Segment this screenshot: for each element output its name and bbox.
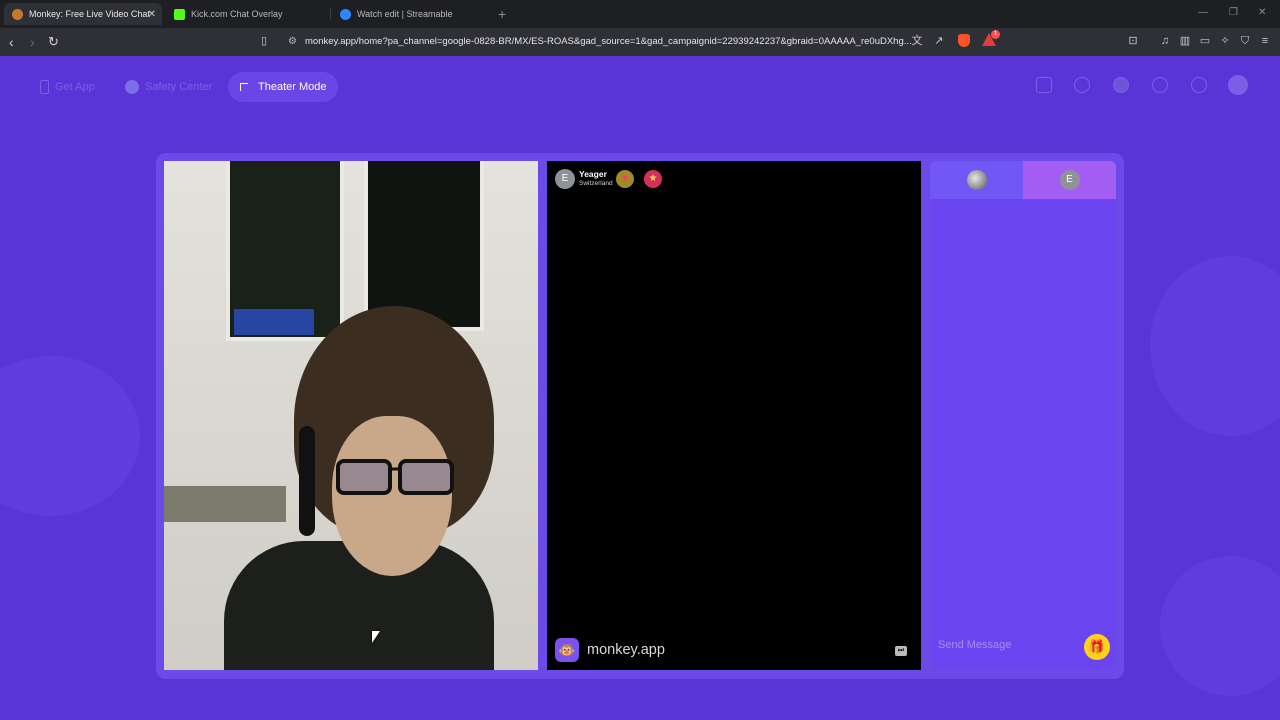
browser-toolbar: ‹ › ↻ ▯ ⚙ monkey.app/home?pa_channel=goo… [0,28,1280,56]
shop-icon[interactable] [1036,77,1052,93]
background-decoration [1150,256,1280,436]
media-icon[interactable]: ♫ [1159,35,1171,47]
back-icon[interactable]: ‹ [9,33,14,51]
brand-text: monkey.app [587,642,665,658]
close-window-icon[interactable]: ✕ [1258,7,1266,18]
profile-avatar[interactable] [1228,75,1248,95]
sidebar-icon[interactable]: ▥ [1179,35,1191,47]
background-decoration [1160,556,1280,696]
get-app-label: Get App [55,81,95,93]
monkey-page: Get App Safety Center Theater Mode E Yea… [0,56,1280,720]
menu-icon[interactable]: ≡ [1259,35,1271,47]
share-icon[interactable]: ↗ [933,35,945,47]
skip-icon[interactable]: ⏭ [895,646,907,656]
tab-title: Kick.com Chat Overlay [191,9,283,19]
streamable-favicon-icon [340,8,351,20]
monkey-watermark: 🐵 monkey.app [555,638,665,662]
theater-mode-label: Theater Mode [258,81,327,93]
address-bar[interactable]: ⚙ monkey.app/home?pa_channel=google-0828… [282,31,1002,53]
tab-kick[interactable]: Kick.com Chat Overlay [166,3,328,25]
chat-tabs: E [930,161,1116,199]
url-text: monkey.app/home?pa_channel=google-0828-B… [305,36,912,47]
tab-divider [330,8,331,20]
screenshot-icon[interactable]: ⊡ [1127,35,1139,47]
headset [299,426,315,536]
kick-favicon-icon [174,8,185,20]
monkey-logo-icon: 🐵 [555,638,579,662]
tab-title: Watch edit | Streamable [357,9,453,19]
peer-country: Switzerland [579,180,613,187]
remote-video: E Yeager Switzerland ♥ ★ 🐵 monkey.app ⏭ [547,161,921,670]
peer-name: Yeager [579,169,607,179]
rewards-count: 1 [991,30,1000,39]
safety-center-button[interactable]: Safety Center [125,76,212,98]
peer-avatar: E [555,169,575,189]
minimize-icon[interactable]: — [1198,7,1208,18]
forward-icon[interactable]: › [30,33,35,51]
self-avatar [966,170,987,190]
translate-icon[interactable]: 文 [911,35,923,47]
tab-peer-chat[interactable]: E [1023,161,1116,199]
glasses [336,459,454,495]
history-icon[interactable] [1152,77,1168,93]
tab-title: Monkey: Free Live Video Chat [29,9,150,19]
background-decoration [0,356,140,516]
award-badge-icon: ★ [644,170,662,188]
site-settings-icon[interactable]: ⚙ [288,31,297,53]
expand-icon [240,83,248,91]
leo-ai-icon[interactable]: ✧ [1219,35,1231,47]
monkey-favicon-icon [12,8,23,20]
reload-icon[interactable]: ↻ [48,33,59,51]
brave-rewards-icon[interactable]: 1 [982,30,1000,46]
background-window [364,161,484,331]
new-tab-button[interactable]: + [498,6,506,22]
bookmark-icon[interactable]: ▯ [258,35,270,47]
coin-icon[interactable] [1113,77,1129,93]
peer-info[interactable]: E Yeager Switzerland [555,169,613,189]
peer-chat-avatar: E [1059,170,1080,190]
restore-icon[interactable]: ❐ [1229,7,1238,18]
tab-monkey[interactable]: Monkey: Free Live Video Chat ✕ [4,3,162,25]
get-app-button[interactable]: Get App [40,76,95,98]
self-video [164,161,538,670]
brave-shields-icon[interactable] [958,34,970,47]
wallet-icon[interactable]: ▭ [1199,35,1211,47]
tab-self-chat[interactable] [930,161,1023,199]
browser-tabbar: Monkey: Free Live Video Chat ✕ Kick.com … [0,0,1280,28]
message-composer: Send Message 🎁 [938,634,1110,660]
chat-panel: E Send Message 🎁 [930,161,1116,670]
shield-icon [125,80,139,94]
mouse-cursor [372,631,380,643]
search-icon[interactable] [1074,77,1090,93]
heart-badge-icon: ♥ [616,170,634,188]
send-message-input[interactable]: Send Message [938,639,1011,651]
tab-streamable[interactable]: Watch edit | Streamable [332,3,494,25]
theater-mode-button[interactable]: Theater Mode [228,72,339,102]
phone-icon [40,80,49,94]
safety-center-label: Safety Center [145,81,213,93]
vpn-icon[interactable]: ⛉ [1239,35,1251,47]
messages-icon[interactable] [1191,77,1207,93]
close-tab-icon[interactable]: ✕ [148,9,156,20]
gift-icon[interactable]: 🎁 [1084,634,1110,660]
